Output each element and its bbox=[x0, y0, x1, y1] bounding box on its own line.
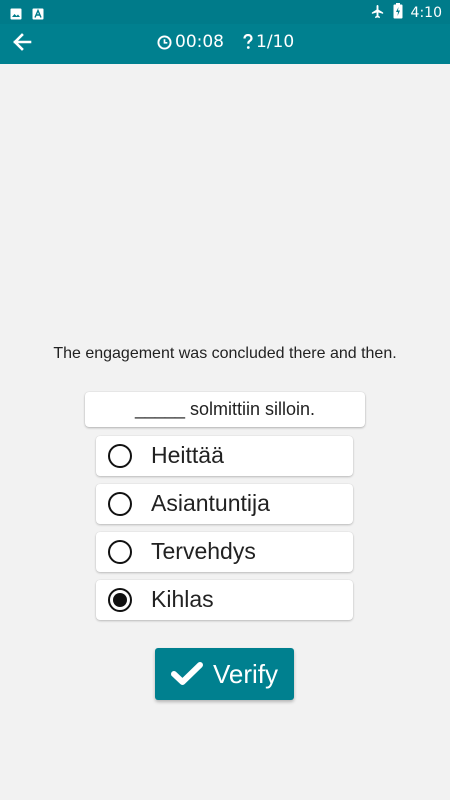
answer-options: Heittää Asiantuntija Tervehdys Kihlas bbox=[96, 436, 353, 628]
airplane-icon bbox=[370, 4, 385, 23]
check-icon bbox=[170, 661, 203, 687]
image-icon bbox=[10, 5, 22, 24]
verify-button[interactable]: Verify bbox=[155, 648, 294, 700]
back-arrow-icon bbox=[10, 30, 34, 58]
font-icon bbox=[32, 5, 44, 24]
radio-button-selected[interactable] bbox=[108, 588, 132, 612]
verify-label: Verify bbox=[212, 658, 279, 689]
status-right: 4:10 bbox=[370, 3, 442, 23]
radio-button[interactable] bbox=[108, 540, 132, 564]
option-tervehdys[interactable]: Tervehdys bbox=[96, 532, 353, 572]
radio-button[interactable] bbox=[108, 444, 132, 468]
sentence-box: _____ solmittiin silloin. bbox=[85, 392, 365, 427]
battery-icon bbox=[393, 3, 403, 23]
quiz-info: 00:08 1/10 bbox=[157, 32, 294, 52]
question-icon bbox=[242, 34, 254, 50]
back-button[interactable] bbox=[8, 30, 36, 58]
app-bar: 00:08 1/10 bbox=[0, 24, 450, 64]
question-progress: 1/10 bbox=[242, 32, 294, 52]
question-count: 1/10 bbox=[256, 32, 295, 52]
sentence-text: _____ solmittiin silloin. bbox=[134, 399, 316, 419]
timer-text: 00:08 bbox=[175, 32, 224, 52]
option-label: Heittää bbox=[151, 442, 224, 468]
option-kihlas[interactable]: Kihlas bbox=[96, 580, 353, 620]
option-label: Kihlas bbox=[151, 586, 214, 612]
translation-prompt: The engagement was concluded there and t… bbox=[53, 345, 397, 362]
option-heittaa[interactable]: Heittää bbox=[96, 436, 353, 476]
clock-icon bbox=[157, 34, 172, 50]
status-time: 4:10 bbox=[410, 5, 442, 21]
option-label: Asiantuntija bbox=[151, 490, 270, 516]
status-left bbox=[10, 5, 44, 24]
status-bar: 4:10 bbox=[0, 0, 450, 24]
option-asiantuntija[interactable]: Asiantuntija bbox=[96, 484, 353, 524]
radio-button[interactable] bbox=[108, 492, 132, 516]
option-label: Tervehdys bbox=[151, 538, 256, 564]
